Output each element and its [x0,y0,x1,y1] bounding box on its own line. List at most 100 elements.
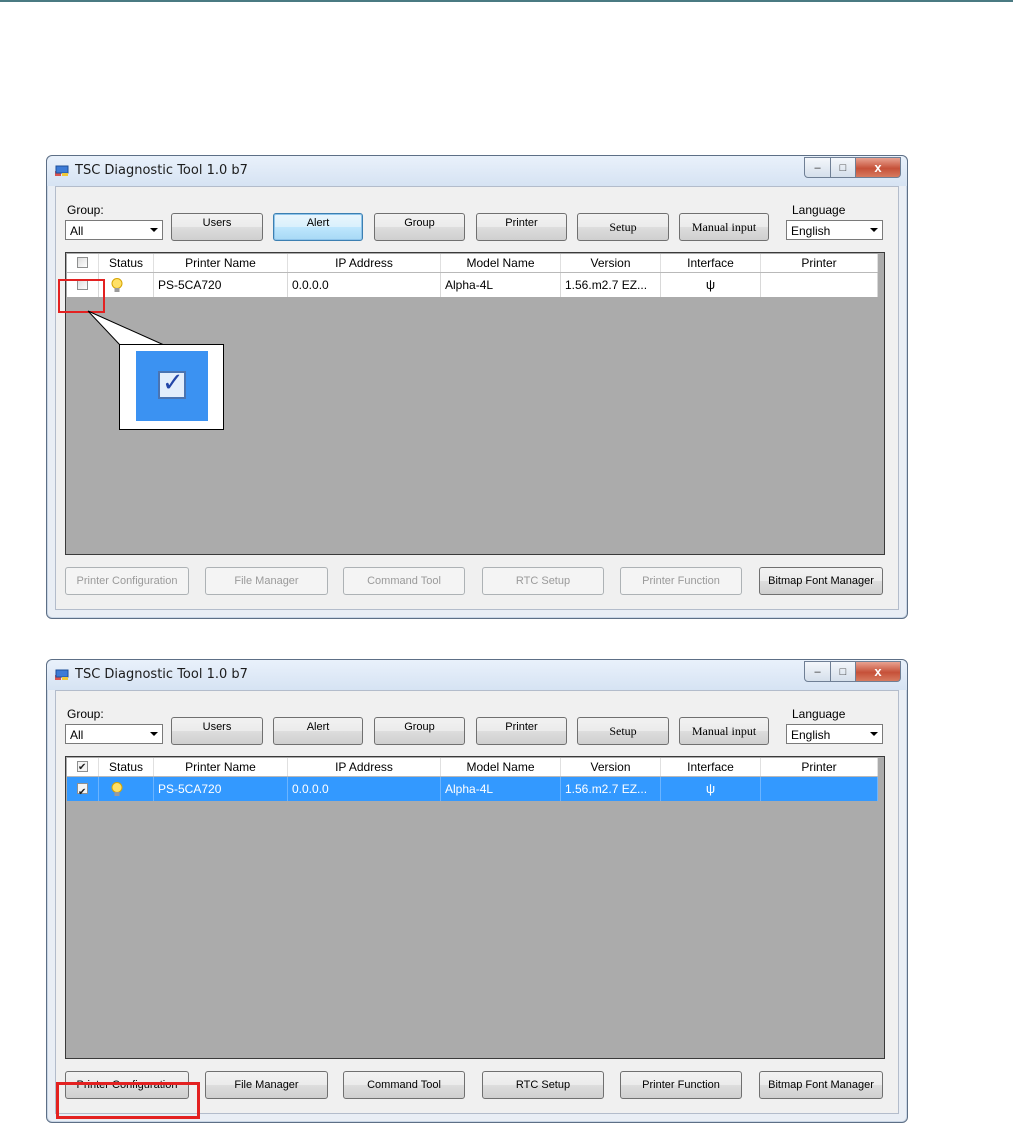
status-cell [99,777,154,801]
maximize-button[interactable]: □ [831,157,856,178]
ip-address-cell: 0.0.0.0 [288,777,441,801]
window-title: TSC Diagnostic Tool 1.0 b7 [75,667,248,682]
printer-name-cell: PS-5CA720 [154,777,288,801]
header-version[interactable]: Version [561,758,661,776]
ip-address-cell: 0.0.0.0 [288,273,441,297]
group-dropdown-value: All [70,728,84,742]
command-tool-button[interactable]: Command Tool [343,567,465,595]
group-button[interactable]: Group [374,213,465,241]
command-tool-button[interactable]: Command Tool [343,1071,465,1099]
close-button[interactable]: x [856,157,901,178]
printer-configuration-button[interactable]: Printer Configuration [65,567,189,595]
version-cell: 1.56.m2.7 EZ... [561,273,661,297]
language-label: Language [792,707,846,721]
chevron-down-icon [870,732,878,736]
model-name-cell: Alpha-4L [441,777,561,801]
printer-list-grid: Status Printer Name IP Address Model Nam… [65,756,885,1059]
header-model-name[interactable]: Model Name [441,254,561,272]
lightbulb-icon [111,277,123,297]
row-checkbox[interactable] [77,781,88,801]
chevron-down-icon [870,228,878,232]
printer-button[interactable]: Printer [476,213,567,241]
printer-cell [761,777,878,801]
close-button[interactable]: x [856,661,901,682]
manual-input-button[interactable]: Manual input [679,717,769,745]
header-ip-address[interactable]: IP Address [288,254,441,272]
title-bar[interactable]: TSC Diagnostic Tool 1.0 b7 – □ x [47,660,907,690]
checkbox-zoom-callout: ✓ [119,344,224,430]
language-dropdown[interactable]: English [786,220,883,240]
printer-cell [761,273,878,297]
header-printer[interactable]: Printer [761,254,878,272]
header-model-name[interactable]: Model Name [441,758,561,776]
manual-input-button[interactable]: Manual input [679,213,769,241]
language-dropdown-value: English [791,224,831,238]
header-version[interactable]: Version [561,254,661,272]
printer-button[interactable]: Printer [476,717,567,745]
printer-configuration-highlight [56,1082,200,1119]
header-printer[interactable]: Printer [761,758,878,776]
maximize-button[interactable]: □ [831,661,856,682]
minimize-button[interactable]: – [804,157,831,178]
chevron-down-icon [150,228,158,232]
select-all-checkbox[interactable] [77,759,88,777]
usb-icon: ψ [705,781,716,796]
model-name-cell: Alpha-4L [441,273,561,297]
table-row-selected[interactable]: PS-5CA720 0.0.0.0 Alpha-4L 1.56.m2.7 EZ.… [67,777,878,801]
language-dropdown[interactable]: English [786,724,883,744]
lightbulb-icon [111,781,123,801]
setup-button[interactable]: Setup [577,717,669,745]
header-interface[interactable]: Interface [661,758,761,776]
printer-function-button[interactable]: Printer Function [620,567,742,595]
alert-button[interactable]: Alert [273,213,363,241]
title-bar[interactable]: TSC Diagnostic Tool 1.0 b7 – □ x [47,156,907,186]
printer-function-button[interactable]: Printer Function [620,1071,742,1099]
header-printer-name[interactable]: Printer Name [154,758,288,776]
version-cell: 1.56.m2.7 EZ... [561,777,661,801]
printer-name-cell: PS-5CA720 [154,273,288,297]
language-dropdown-value: English [791,728,831,742]
window-title: TSC Diagnostic Tool 1.0 b7 [75,163,248,178]
chevron-down-icon [150,732,158,736]
bitmap-font-manager-button[interactable]: Bitmap Font Manager [759,1071,883,1099]
language-label: Language [792,203,846,217]
group-button[interactable]: Group [374,717,465,745]
group-dropdown[interactable]: All [65,724,163,744]
row-select-cell [67,777,99,801]
status-cell [99,273,154,297]
header-printer-name[interactable]: Printer Name [154,254,288,272]
page-top-rule [0,0,1013,2]
alert-button[interactable]: Alert [273,717,363,745]
app-icon [55,669,69,681]
group-dropdown[interactable]: All [65,220,163,240]
file-manager-button[interactable]: File Manager [205,1071,328,1099]
checked-checkbox-icon: ✓ [158,367,186,399]
setup-button[interactable]: Setup [577,213,669,241]
header-select-all [67,758,99,777]
grid-header: Status Printer Name IP Address Model Nam… [67,254,878,273]
table-row[interactable]: PS-5CA720 0.0.0.0 Alpha-4L 1.56.m2.7 EZ.… [67,273,878,297]
header-status[interactable]: Status [99,758,154,776]
diagnostic-window-selected: TSC Diagnostic Tool 1.0 b7 – □ x Group: … [46,659,908,1123]
bitmap-font-manager-button[interactable]: Bitmap Font Manager [759,567,883,595]
select-all-checkbox[interactable] [77,257,88,268]
usb-icon: ψ [705,277,716,292]
row-checkbox-highlight [58,279,105,313]
grid-header: Status Printer Name IP Address Model Nam… [67,758,878,777]
header-status[interactable]: Status [99,254,154,272]
interface-cell: ψ [661,777,761,801]
header-select-all [67,254,99,272]
group-dropdown-value: All [70,224,84,238]
rtc-setup-button[interactable]: RTC Setup [482,567,604,595]
rtc-setup-button[interactable]: RTC Setup [482,1071,604,1099]
interface-cell: ψ [661,273,761,297]
header-ip-address[interactable]: IP Address [288,758,441,776]
users-button[interactable]: Users [171,717,263,745]
minimize-button[interactable]: – [804,661,831,682]
group-label: Group: [67,203,104,217]
users-button[interactable]: Users [171,213,263,241]
header-interface[interactable]: Interface [661,254,761,272]
app-icon [55,165,69,177]
group-label: Group: [67,707,104,721]
file-manager-button[interactable]: File Manager [205,567,328,595]
